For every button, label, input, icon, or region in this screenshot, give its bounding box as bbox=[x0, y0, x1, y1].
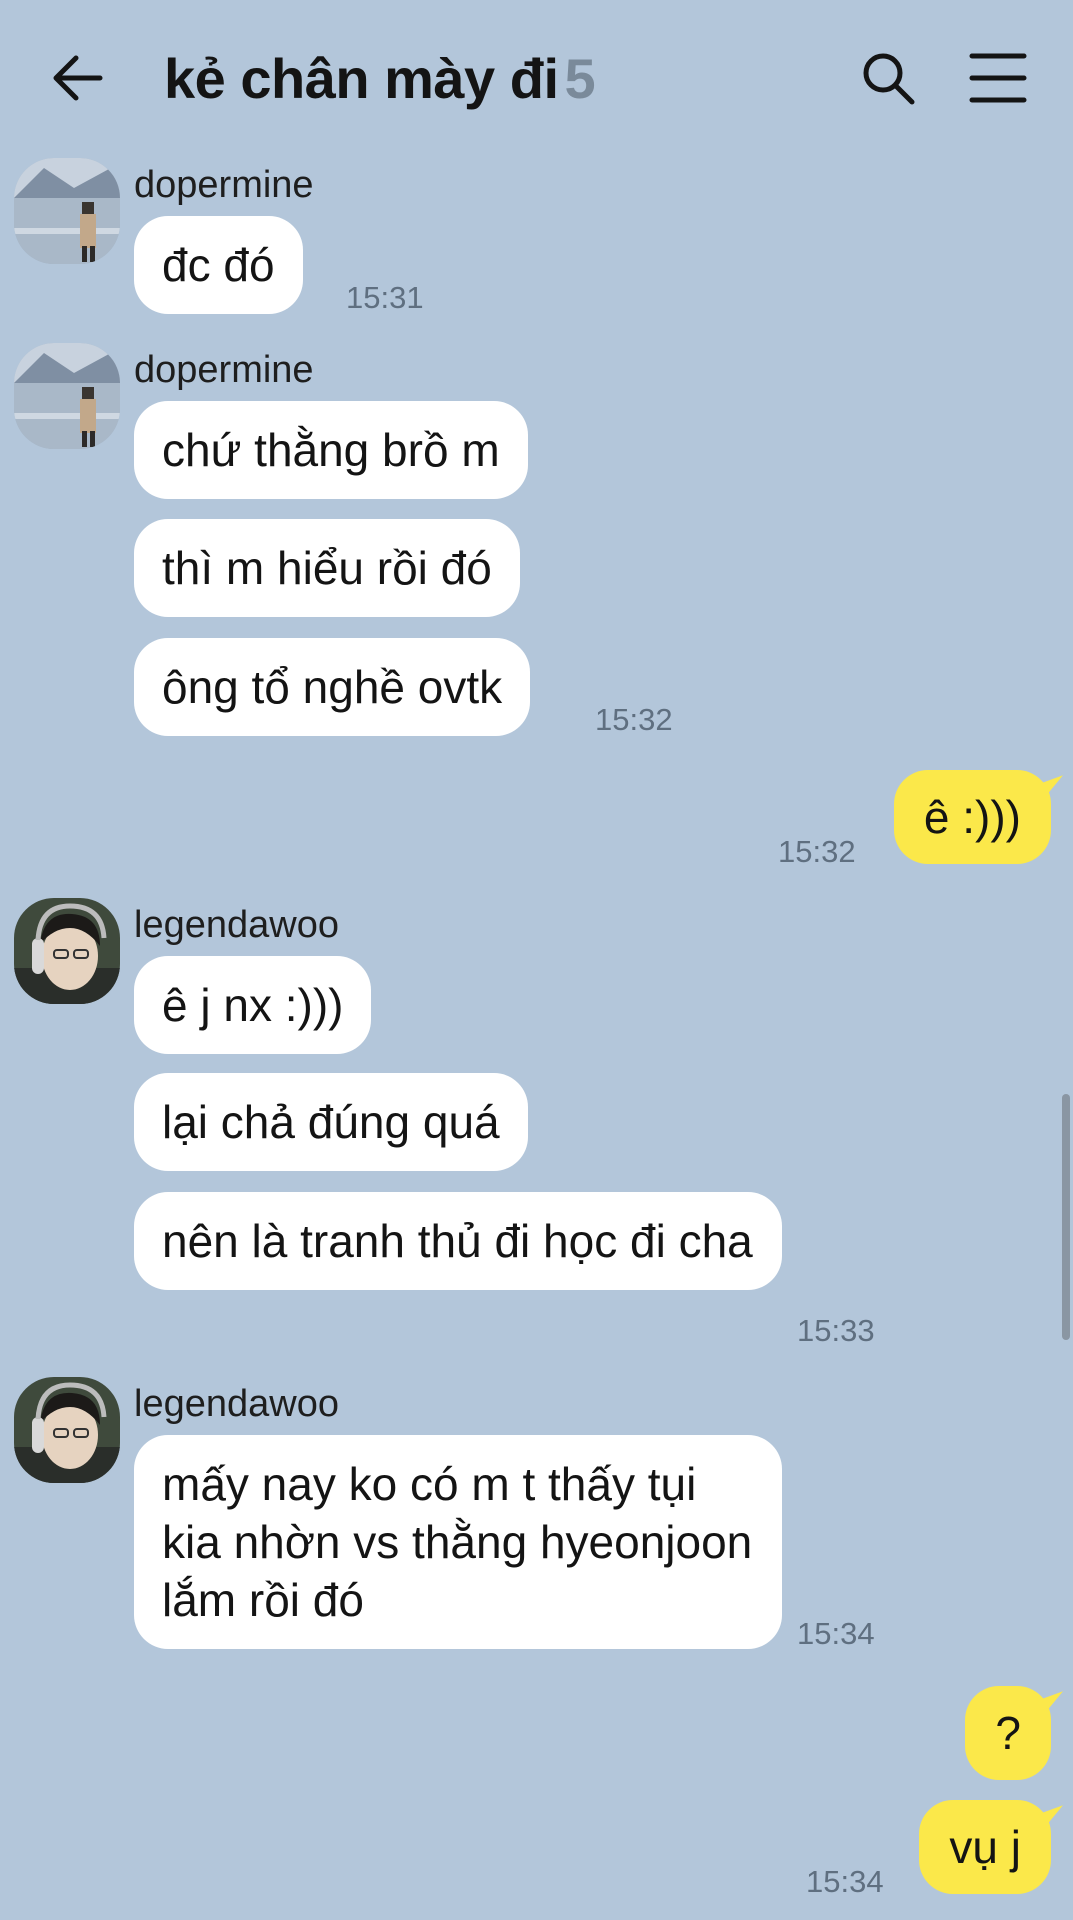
message-bubble[interactable]: lại chả đúng quá bbox=[134, 1073, 528, 1171]
my-message-bubble[interactable]: vụ j bbox=[919, 1800, 1051, 1894]
scrollbar-thumb[interactable] bbox=[1062, 1094, 1070, 1340]
chat-room-name: kẻ chân mày đi bbox=[164, 47, 559, 110]
chat-header: kẻ chân mày đi 5 bbox=[0, 0, 1073, 160]
chat-message-list[interactable]: dopermine đc đó 15:31 dopermine chứ thằn… bbox=[0, 0, 1073, 1920]
arrow-left-icon bbox=[53, 55, 103, 101]
avatar-dopermine[interactable] bbox=[14, 343, 120, 449]
message-timestamp: 15:31 bbox=[346, 280, 424, 315]
message-timestamp: 15:32 bbox=[595, 702, 673, 737]
message-bubble[interactable]: ê j nx :))) bbox=[134, 956, 372, 1054]
sender-name: dopermine bbox=[134, 164, 314, 206]
message-bubble[interactable]: mấy nay ko có m t thấy tụi kia nhờn vs t… bbox=[134, 1435, 782, 1649]
avatar-dopermine[interactable] bbox=[14, 158, 120, 264]
message-timestamp: 15:34 bbox=[806, 1864, 884, 1899]
message-bubble[interactable]: nên là tranh thủ đi học đi cha bbox=[134, 1192, 782, 1290]
sender-name: legendawoo bbox=[134, 904, 339, 946]
my-message-bubble[interactable]: ? bbox=[965, 1686, 1051, 1780]
hamburger-menu-icon bbox=[969, 53, 1027, 103]
menu-button[interactable] bbox=[968, 50, 1028, 106]
message-timestamp: 15:34 bbox=[797, 1616, 875, 1651]
message-bubble[interactable]: đc đó bbox=[134, 216, 303, 314]
search-button[interactable] bbox=[858, 48, 918, 108]
message-timestamp: 15:33 bbox=[797, 1313, 875, 1348]
sender-name: legendawoo bbox=[134, 1383, 339, 1425]
message-bubble[interactable]: thì m hiểu rồi đó bbox=[134, 519, 520, 617]
avatar-legendawoo[interactable] bbox=[14, 898, 120, 1004]
chat-title: kẻ chân mày đi 5 bbox=[164, 46, 596, 111]
back-button[interactable] bbox=[48, 48, 108, 108]
member-count: 5 bbox=[564, 47, 596, 110]
message-bubble[interactable]: ông tổ nghề ovtk bbox=[134, 638, 531, 736]
message-bubble[interactable]: chứ thằng brồ m bbox=[134, 401, 528, 499]
search-icon bbox=[863, 53, 915, 105]
message-timestamp: 15:32 bbox=[778, 834, 856, 869]
my-message-bubble[interactable]: ê :))) bbox=[893, 770, 1051, 864]
avatar-legendawoo[interactable] bbox=[14, 1377, 120, 1483]
sender-name: dopermine bbox=[134, 349, 314, 391]
